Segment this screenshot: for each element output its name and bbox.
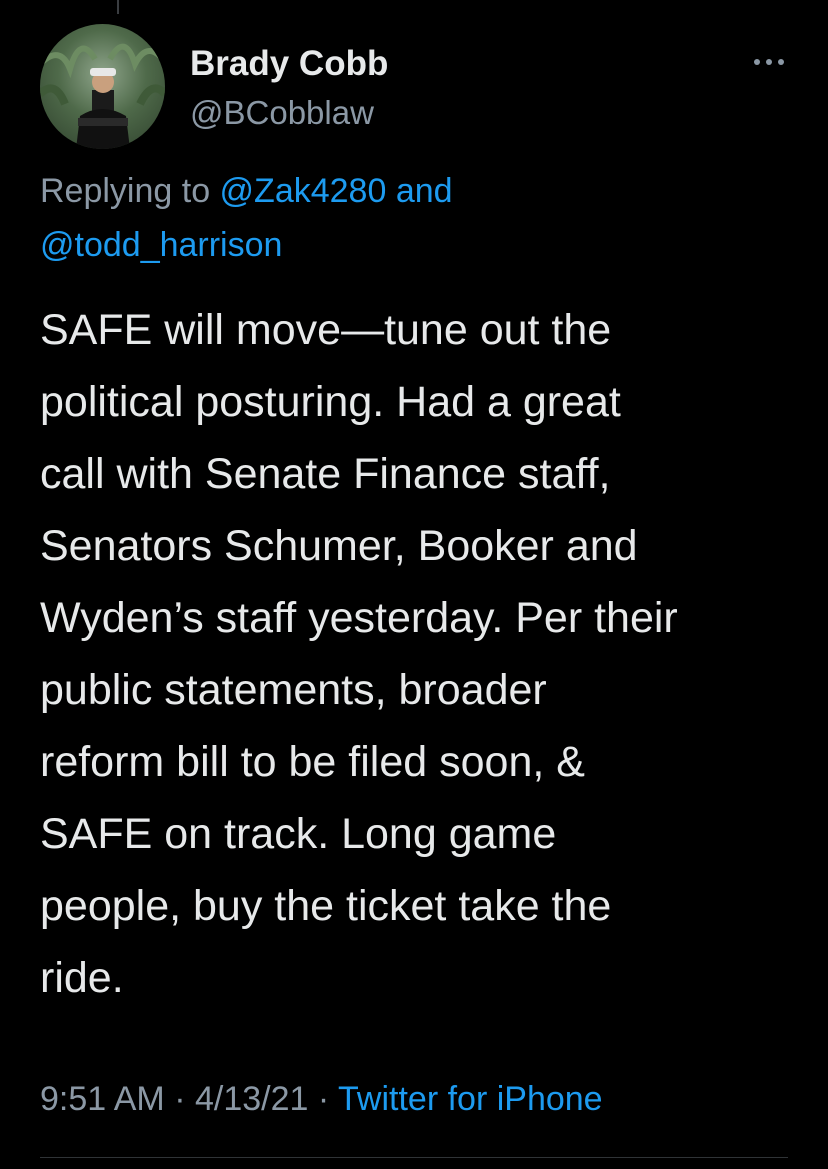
reply-prefix: Replying to <box>40 172 220 210</box>
tweet-metadata: 9:51 AM · 4/13/21 · Twitter for iPhone <box>40 1080 603 1119</box>
mention-todd-harrison[interactable]: @todd_harrison <box>40 226 282 264</box>
tweet-text-line: reform bill to be filed soon, & <box>40 738 585 786</box>
tweet-text: SAFE will move—tune out the political po… <box>40 294 800 1014</box>
reply-context: Replying to @Zak4280 and <box>40 172 453 211</box>
tweet-text-line: political posturing. Had a great <box>40 378 621 426</box>
meta-separator: · <box>308 1080 339 1118</box>
tweet-text-line: Wyden’s staff yesterday. Per their <box>40 594 678 642</box>
tweet-text-line: people, buy the ticket take the <box>40 882 612 930</box>
tweet-text-line: SAFE will move—tune out the <box>40 306 612 354</box>
tweet-text-line: ride. <box>40 954 124 1002</box>
tweet-time[interactable]: 9:51 AM <box>40 1080 165 1118</box>
tweet-date[interactable]: 4/13/21 <box>195 1080 308 1118</box>
reply-conjunction[interactable]: and <box>386 172 453 210</box>
thread-connector-line <box>117 0 119 14</box>
mention-zak4280[interactable]: @Zak4280 <box>220 172 387 210</box>
divider <box>40 1157 788 1158</box>
tweet-source-link[interactable]: Twitter for iPhone <box>338 1080 603 1118</box>
author-handle[interactable]: @BCobblaw <box>190 94 374 132</box>
avatar[interactable] <box>40 24 165 149</box>
author-name[interactable]: Brady Cobb <box>190 44 388 84</box>
tweet-text-line: Senators Schumer, Booker and <box>40 522 638 570</box>
tweet-text-line: call with Senate Finance staff, <box>40 450 611 498</box>
tweet-text-line: public statements, broader <box>40 666 547 714</box>
meta-separator: · <box>164 1080 195 1118</box>
reply-context-line-2: @todd_harrison <box>40 226 282 265</box>
more-horizontal-icon[interactable] <box>752 56 786 68</box>
avatar-image <box>40 43 165 149</box>
tweet-text-line: SAFE on track. Long game <box>40 810 557 858</box>
